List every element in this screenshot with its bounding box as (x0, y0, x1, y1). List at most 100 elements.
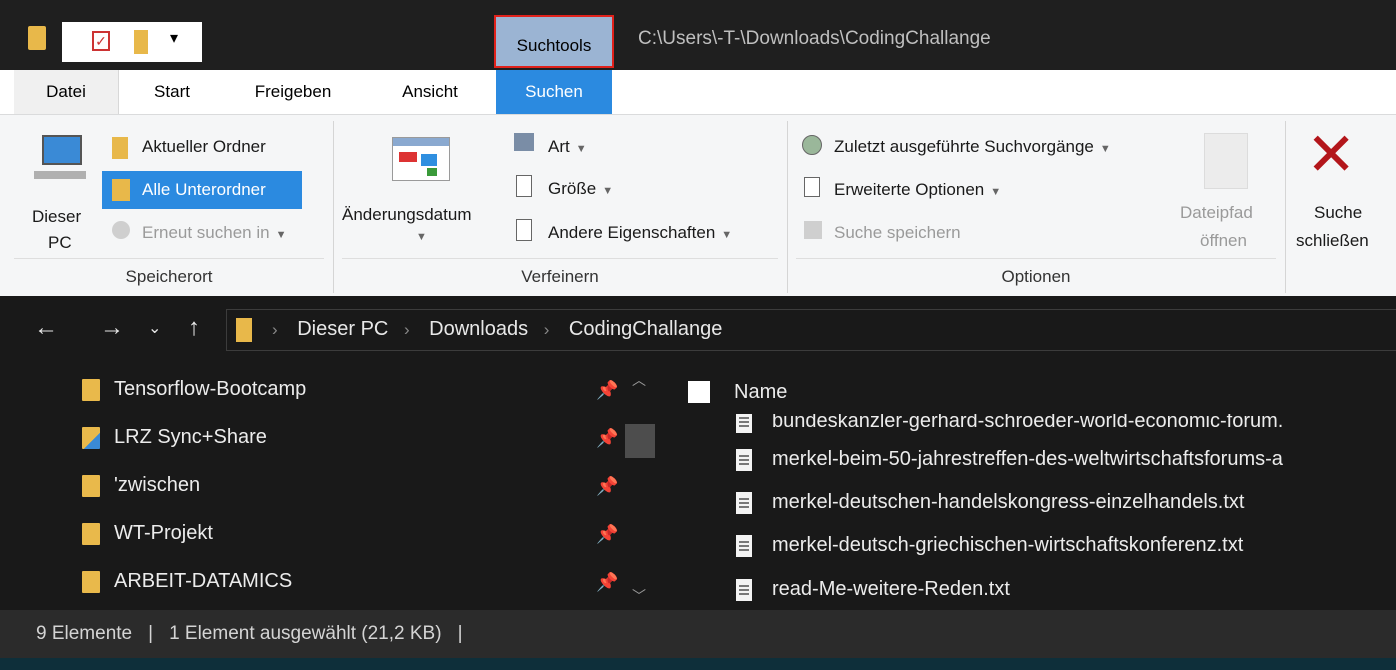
nav-item-label: LRZ Sync+Share (114, 426, 267, 448)
art-button[interactable]: Art ▼ (548, 137, 587, 157)
status-selection: 1 Element ausgewählt (21,2 KB) (169, 623, 442, 644)
text-file-icon (736, 448, 752, 471)
tab-ansicht[interactable]: Ansicht (380, 70, 480, 114)
dropdown-arrow-icon: ▼ (721, 229, 733, 241)
nav-scrollbar[interactable] (622, 366, 656, 610)
window-title: C:\Users\-T-\Downloads\CodingChallange (638, 28, 991, 49)
tab-freigeben[interactable]: Freigeben (234, 70, 352, 114)
suche-schliessen-line2[interactable]: schließen (1296, 231, 1369, 251)
suche-speichern-button[interactable]: Suche speichern (834, 223, 961, 243)
dropdown-arrow-icon: ▼ (990, 186, 1002, 198)
pin-icon[interactable]: 📌 (596, 572, 618, 593)
status-item-count: 9 Elemente (36, 623, 133, 644)
customize-toolbar-icon[interactable]: ▾ (170, 28, 178, 48)
erweitert-label: Erweiterte Optionen (834, 180, 985, 199)
divider (796, 258, 1276, 259)
taskbar-edge (0, 658, 1396, 670)
chevron-right-icon: › (543, 320, 550, 339)
calendar-icon (392, 137, 450, 181)
scroll-thumb[interactable] (625, 424, 655, 458)
column-header-name[interactable]: Name (734, 381, 787, 404)
advanced-options-icon (804, 177, 820, 197)
folder-icon (82, 474, 100, 497)
dateipfad-button-line1[interactable]: Dateipfad (1180, 203, 1253, 223)
back-arrow-icon[interactable]: ← (34, 314, 58, 342)
groesse-button[interactable]: Größe ▼ (548, 179, 613, 199)
divider (333, 121, 334, 293)
erneut-suchen-button[interactable]: Erneut suchen in ▼ (142, 223, 286, 243)
zuletzt-button[interactable]: Zuletzt ausgeführte Suchvorgänge ▼ (834, 137, 1111, 157)
nav-item-wt-projekt[interactable]: WT-Projekt (82, 522, 213, 545)
pin-icon[interactable]: 📌 (596, 380, 618, 401)
breadcrumb: › Dieser PC › Downloads › CodingChallang… (272, 318, 722, 341)
aenderungsdatum-button[interactable]: Änderungsdatum (342, 205, 471, 225)
text-file-icon (736, 491, 752, 514)
breadcrumb-codingchallange[interactable]: CodingChallange (569, 318, 722, 340)
forward-arrow-icon[interactable]: → (100, 314, 124, 342)
folder-icon (236, 318, 252, 342)
status-bar: 9 Elemente | 1 Element ausgewählt (21,2 … (0, 610, 1396, 658)
dateipfad-button-line2[interactable]: öffnen (1200, 231, 1247, 251)
divider (787, 121, 788, 293)
nav-item-label: Tensorflow-Bootcamp (114, 378, 307, 400)
breadcrumb-dieser-pc[interactable]: Dieser PC (297, 318, 388, 340)
size-icon (516, 175, 532, 197)
ribbon-tabs: Datei Start Freigeben Ansicht Suchen (0, 70, 1396, 114)
nav-item-label: WT-Projekt (114, 522, 213, 544)
open-path-icon (1204, 133, 1248, 189)
pin-icon[interactable]: 📌 (596, 476, 618, 497)
file-name: merkel-beim-50-jahrestreffen-des-weltwir… (772, 448, 1283, 470)
folder-icon (112, 137, 128, 159)
nav-item-arbeit-datamics[interactable]: ARBEIT-DATAMICS (82, 570, 292, 593)
nav-item-lrz[interactable]: LRZ Sync+Share (82, 426, 267, 449)
up-arrow-icon[interactable]: ↑ (188, 314, 200, 342)
andere-eigenschaften-button[interactable]: Andere Eigenschaften ▼ (548, 223, 732, 243)
divider (342, 258, 778, 259)
suche-schliessen-line1[interactable]: Suche (1314, 203, 1362, 223)
art-icon (514, 133, 534, 151)
tab-datei[interactable]: Datei (14, 70, 119, 114)
groesse-label: Größe (548, 179, 597, 198)
list-item[interactable]: merkel-deutsch-griechischen-wirtschaftsk… (736, 534, 1243, 557)
tab-start[interactable]: Start (130, 70, 214, 114)
group-label-verfeinern: Verfeinern (521, 267, 599, 286)
aktueller-ordner-button[interactable]: Aktueller Ordner (142, 137, 266, 157)
zuletzt-label: Zuletzt ausgeführte Suchvorgänge (834, 137, 1094, 156)
select-all-checkbox[interactable] (688, 381, 710, 403)
dieser-pc-button-line2[interactable]: PC (48, 233, 72, 253)
scroll-down-icon[interactable]: ﹀ (632, 586, 646, 606)
tab-suchen[interactable]: Suchen (496, 70, 612, 114)
new-folder-icon[interactable] (134, 30, 148, 54)
dropdown-arrow-icon: ▼ (416, 231, 427, 243)
group-verfeinern: Änderungsdatum ▼ Art ▼ Größe ▼ Andere Eige… (336, 119, 784, 295)
status-divider: | (148, 623, 154, 644)
nav-item-tensorflow[interactable]: Tensorflow-Bootcamp (82, 378, 306, 401)
alle-unterordner-button[interactable]: Alle Unterordner (142, 180, 266, 200)
close-search-icon: ✕ (1306, 121, 1357, 188)
list-item[interactable]: merkel-deutschen-handelskongress-einzelh… (736, 491, 1244, 514)
erweiterte-optionen-button[interactable]: Erweiterte Optionen ▼ (834, 180, 1001, 200)
erneut-suchen-label: Erneut suchen in (142, 223, 270, 242)
group-optionen: Zuletzt ausgeführte Suchvorgänge ▼ Erweit… (790, 119, 1282, 295)
dieser-pc-button-line1[interactable]: Dieser (32, 207, 81, 227)
ribbon: Dieser PC Aktueller Ordner Alle Unterord… (0, 114, 1396, 297)
nav-item-zwischen[interactable]: 'zwischen (82, 474, 200, 497)
file-name: merkel-deutschen-handelskongress-einzelh… (772, 491, 1245, 513)
breadcrumb-downloads[interactable]: Downloads (429, 318, 528, 340)
list-item[interactable]: read-Me-weitere-Reden.txt (736, 578, 1010, 601)
art-label: Art (548, 137, 570, 156)
dropdown-arrow-icon: ▼ (575, 143, 587, 155)
text-file-icon (736, 414, 752, 433)
list-item[interactable]: merkel-beim-50-jahrestreffen-des-weltwir… (736, 448, 1283, 471)
save-icon (804, 221, 822, 239)
group-label-optionen: Optionen (1001, 267, 1071, 286)
folder-icon (82, 570, 100, 593)
pin-icon[interactable]: 📌 (596, 524, 618, 545)
pin-icon[interactable]: 📌 (596, 428, 618, 449)
list-item[interactable]: bundeskanzler-gerhard-schroeder-world-ec… (736, 414, 1283, 433)
scroll-up-icon[interactable]: ︿ (632, 370, 646, 390)
properties-check-icon[interactable]: ✓ (92, 31, 110, 51)
search-again-icon (112, 221, 130, 239)
context-tab-suchtools[interactable]: Suchtools (494, 15, 614, 68)
recent-locations-chevron-icon[interactable]: ⌄ (148, 318, 161, 338)
